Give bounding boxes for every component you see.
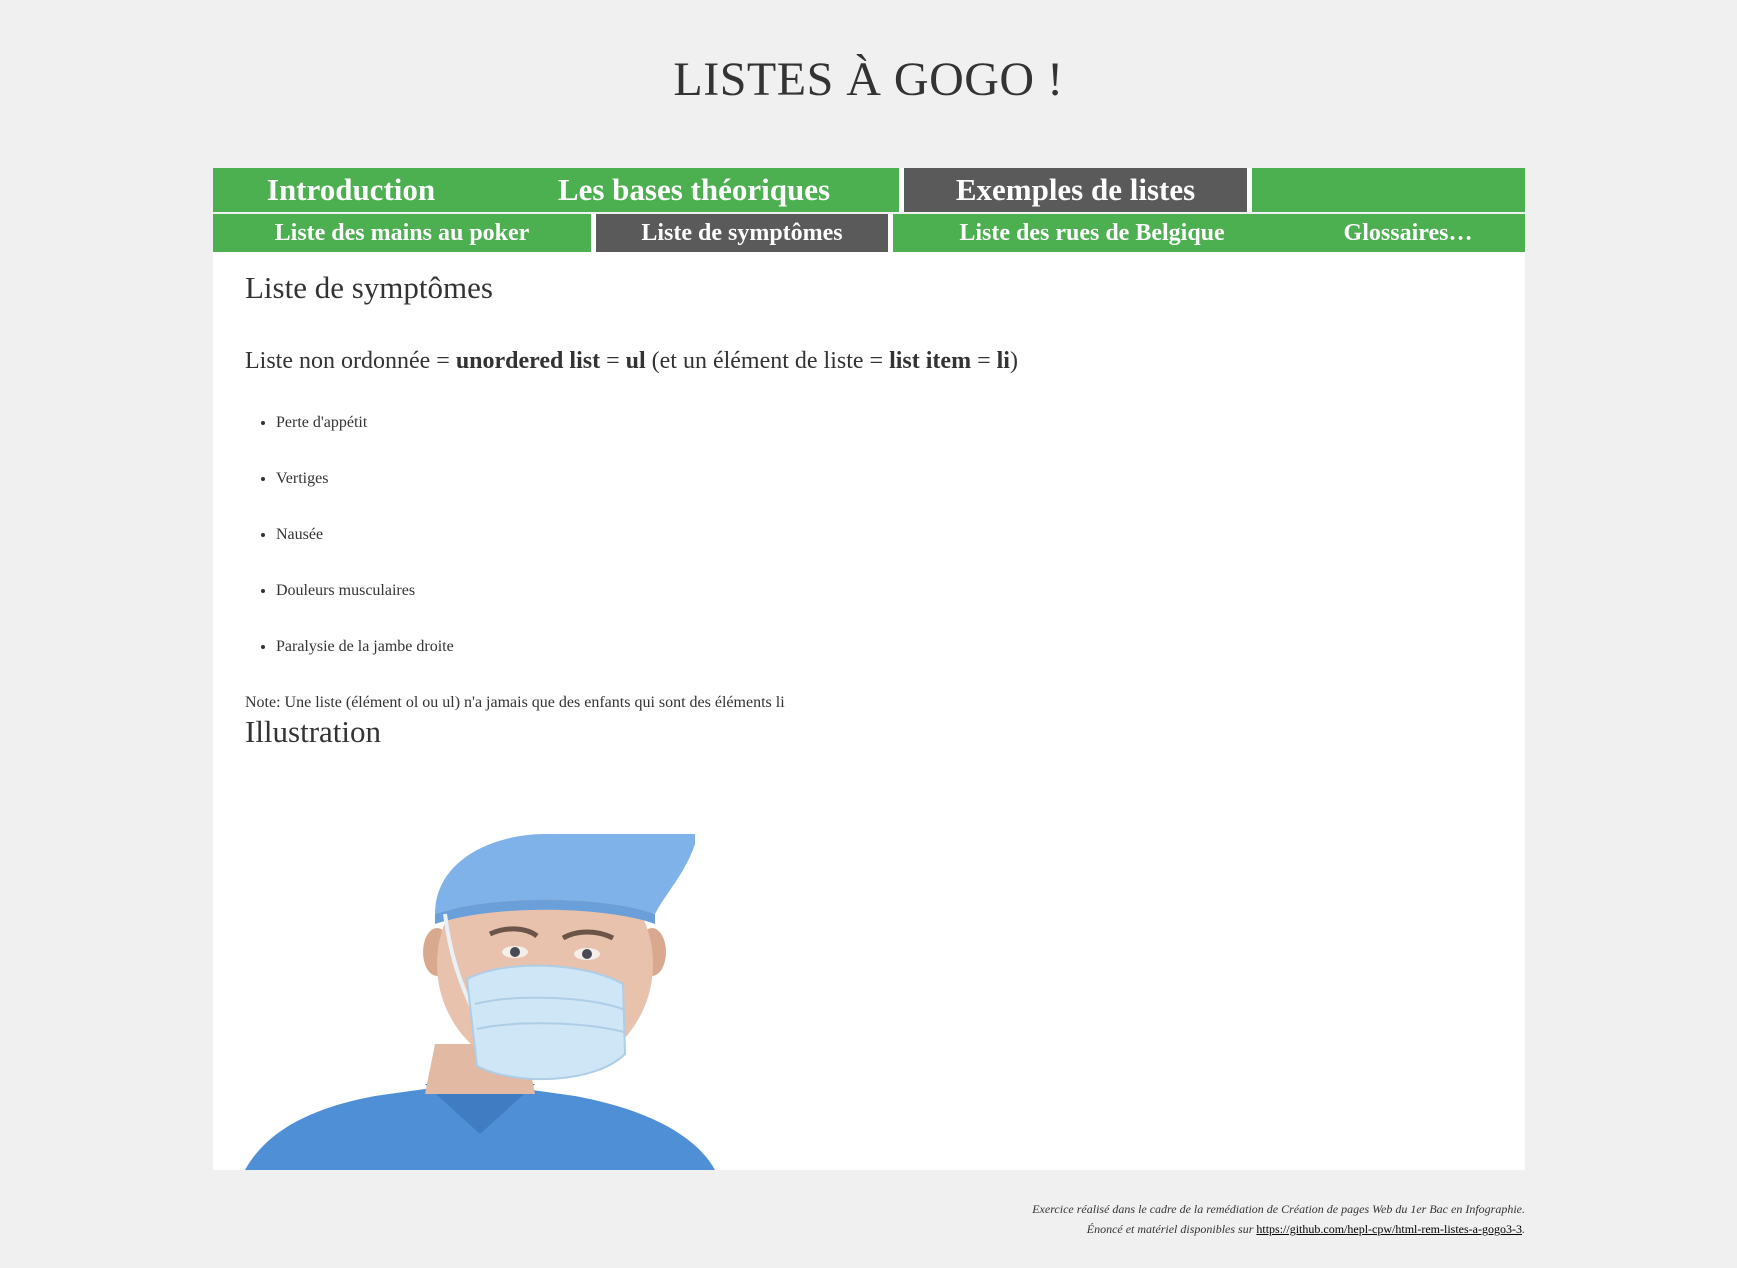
- subnav-item-mains-poker[interactable]: Liste des mains au poker: [213, 214, 591, 252]
- section-heading: Liste de symptômes: [245, 270, 493, 305]
- nav-item-exemples-de-listes[interactable]: Exemples de listes: [904, 168, 1247, 212]
- intro-term-li: li: [996, 348, 1010, 374]
- note-text: Note: Une liste (élément ol ou ul) n'a j…: [245, 694, 785, 711]
- list-item: Vertiges: [276, 468, 454, 524]
- main-content: Liste de symptômes Liste non ordonnée = …: [213, 252, 1525, 1170]
- subnav-item-rues-belgique[interactable]: Liste des rues de Belgique: [893, 214, 1291, 252]
- intro-term-ul: ul: [625, 348, 646, 374]
- list-item: Perte d'appétit: [276, 412, 454, 468]
- subnav-item-glossaires[interactable]: Glossaires…: [1291, 214, 1525, 252]
- intro-text-part: =: [600, 348, 626, 374]
- secondary-nav: Liste des mains au poker Liste de symptô…: [213, 214, 1525, 252]
- intro-text-part: ): [1009, 348, 1018, 374]
- list-item: Paralysie de la jambe droite: [276, 636, 454, 692]
- site-title: LISTES À GOGO !: [673, 53, 1064, 106]
- intro-term-unordered-list: unordered list: [455, 348, 601, 374]
- footer-line-2-suffix: .: [1522, 1222, 1525, 1236]
- list-item: Nausée: [276, 524, 454, 580]
- footer: Exercice réalisé dans le cadre de la rem…: [1032, 1199, 1525, 1239]
- intro-text-part: (et un élément de liste =: [645, 348, 890, 374]
- intro-text-part: =: [971, 348, 997, 374]
- footer-line-2-prefix: Énoncé et matériel disponibles sur: [1086, 1222, 1257, 1236]
- nav-item-bases-theoriques[interactable]: Les bases théoriques: [489, 168, 899, 212]
- intro-text-part: Liste non ordonnée =: [245, 348, 456, 374]
- symptom-list: Perte d'appétit Vertiges Nausée Douleurs…: [245, 412, 454, 692]
- footer-line-2: Énoncé et matériel disponibles sur https…: [1032, 1219, 1525, 1239]
- primary-nav: Introduction Les bases théoriques Exempl…: [213, 168, 1525, 212]
- intro-text: Liste non ordonnée = unordered list = ul…: [245, 348, 1018, 375]
- subnav-item-symptomes[interactable]: Liste de symptômes: [596, 214, 888, 252]
- nav-item-empty[interactable]: [1252, 168, 1525, 212]
- page-wrapper: Introduction Les bases théoriques Exempl…: [213, 168, 1525, 1170]
- intro-term-list-item: list item: [889, 348, 972, 374]
- surgeon-illustration: [245, 834, 715, 1170]
- list-item: Douleurs musculaires: [276, 580, 454, 636]
- nav-item-introduction[interactable]: Introduction: [213, 168, 489, 212]
- footer-line-1: Exercice réalisé dans le cadre de la rem…: [1032, 1202, 1525, 1216]
- github-link[interactable]: https://github.com/hepl-cpw/html-rem-lis…: [1256, 1222, 1522, 1236]
- illustration-heading: Illustration: [245, 714, 382, 749]
